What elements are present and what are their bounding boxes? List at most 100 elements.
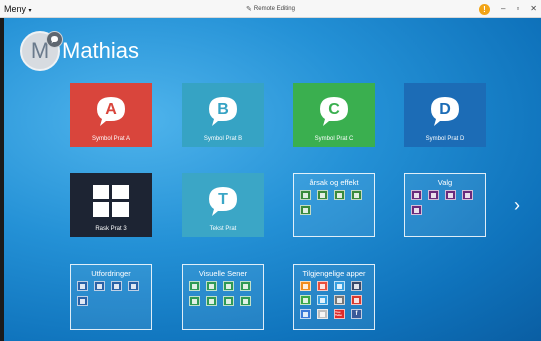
folder-item-symbol <box>131 283 136 289</box>
svg-text:B: B <box>217 101 229 118</box>
folder-item-thumbnail <box>300 190 311 200</box>
folder-item-symbol <box>97 283 102 289</box>
folder-item-symbol <box>448 192 453 198</box>
info-icon[interactable]: ! <box>479 3 490 15</box>
tile-label: Symbol Prat B <box>203 136 243 142</box>
minimize-button[interactable]: – <box>501 5 505 13</box>
folder-item-symbol <box>354 283 359 289</box>
folder-item-symbol <box>303 207 308 213</box>
folder-icon-grid <box>189 281 259 306</box>
folder-icon-grid <box>300 190 370 215</box>
folder-item-glyph: You Tube <box>335 310 342 317</box>
speech-bubble-d-icon: D <box>431 97 459 126</box>
folder-item-symbol <box>354 192 359 198</box>
folder-valg[interactable]: Valg <box>404 173 486 237</box>
tile-symbol-prat-a[interactable]: A Symbol Prat A <box>70 83 152 147</box>
folder-title: Valg <box>437 178 453 187</box>
folder-item-symbol <box>414 207 419 213</box>
folder-item-symbol <box>414 192 419 198</box>
folder-item-symbol <box>320 297 325 303</box>
folder-tilgjengelige-apper[interactable]: Tilgjengelige apper You Tube f <box>293 264 375 330</box>
edit-profile-icon[interactable] <box>46 31 63 48</box>
window-controls: ! – ▫ ✕ <box>479 0 537 18</box>
menu-label: Meny <box>4 3 27 14</box>
close-button[interactable]: ✕ <box>530 5 537 13</box>
folder-item-thumbnail <box>223 281 234 291</box>
folder-item-thumbnail <box>411 205 422 215</box>
folder-title: Visuelle Sener <box>198 269 248 278</box>
next-page-arrow[interactable]: › <box>514 196 520 214</box>
folder-title: årsak og effekt <box>309 178 359 187</box>
folder-item-symbol <box>226 283 231 289</box>
speech-bubble-a-icon: A <box>97 97 125 126</box>
folder-item-thumbnail <box>334 295 345 305</box>
speech-bubble-icon <box>51 36 58 44</box>
tile-label: Symbol Prat D <box>425 136 465 142</box>
folder-item-symbol <box>114 283 119 289</box>
folder-item-symbol <box>80 283 85 289</box>
folder-item-symbol <box>80 298 85 304</box>
menu-button[interactable]: Meny ▾ <box>0 4 32 14</box>
tile-label: Rask Prat 3 <box>95 226 127 232</box>
folder-item-thumbnail <box>240 296 251 306</box>
folder-item-thumbnail <box>445 190 456 200</box>
tile-symbol-prat-b[interactable]: B Symbol Prat B <box>182 83 264 147</box>
folder-utfordringer[interactable]: Utfordringer <box>70 264 152 330</box>
folder-item-thumbnail: f <box>351 309 362 319</box>
folder-item-thumbnail <box>334 281 345 291</box>
folder-item-symbol <box>209 283 214 289</box>
folder-item-thumbnail <box>351 281 362 291</box>
windows-grid-icon <box>93 185 129 217</box>
folder-item-symbol <box>243 298 248 304</box>
svg-text:T: T <box>218 191 228 208</box>
folder-item-thumbnail <box>77 281 88 291</box>
folder-item-thumbnail <box>300 281 311 291</box>
folder-item-thumbnail <box>317 281 328 291</box>
folder-icon-grid <box>77 281 147 306</box>
folder-item-symbol <box>337 283 342 289</box>
folder-item-thumbnail <box>240 281 251 291</box>
restore-button[interactable]: ▫ <box>516 5 519 13</box>
tile-rask-prat-3[interactable]: Rask Prat 3 <box>70 173 152 237</box>
folder-item-thumbnail <box>189 296 200 306</box>
tile-symbol-prat-d[interactable]: D Symbol Prat D <box>404 83 486 147</box>
folder-item-symbol <box>243 283 248 289</box>
folder-item-thumbnail <box>111 281 122 291</box>
folder-item-thumbnail <box>411 190 422 200</box>
folder-arsak-og-effekt[interactable]: årsak og effekt <box>293 173 375 237</box>
folder-item-symbol <box>337 192 342 198</box>
folder-item-thumbnail <box>223 296 234 306</box>
folder-item-symbol <box>226 298 231 304</box>
folder-item-thumbnail <box>206 296 217 306</box>
speech-bubble-b-icon: B <box>209 97 237 126</box>
tile-label: Symbol Prat C <box>314 136 354 142</box>
folder-item-thumbnail <box>462 190 473 200</box>
user-name: Mathias <box>62 38 140 63</box>
folder-item-symbol <box>354 297 359 303</box>
speech-bubble-c-icon: C <box>320 97 348 126</box>
folder-item-symbol <box>465 192 470 198</box>
tile-tekst-prat[interactable]: T Tekst Prat <box>182 173 264 237</box>
folder-item-glyph: f <box>355 311 358 317</box>
folder-item-thumbnail <box>334 190 345 200</box>
folder-item-symbol <box>337 297 342 303</box>
speech-bubble-t-icon: T <box>209 187 237 216</box>
folder-icon-grid: You Tube f <box>300 281 370 319</box>
window-title-text: Remote Editing <box>253 6 295 12</box>
folder-item-thumbnail <box>77 296 88 306</box>
folder-item-symbol <box>320 283 325 289</box>
folder-item-symbol <box>192 298 197 304</box>
tile-symbol-prat-c[interactable]: C Symbol Prat C <box>293 83 375 147</box>
folder-item-symbol <box>431 192 436 198</box>
svg-text:A: A <box>105 101 117 118</box>
folder-item-symbol <box>320 311 325 317</box>
folder-item-symbol <box>192 283 197 289</box>
folder-item-thumbnail <box>94 281 105 291</box>
folder-item-symbol <box>320 192 325 198</box>
folder-item-thumbnail <box>128 281 139 291</box>
window-left-edge <box>0 18 4 341</box>
folder-item-thumbnail: You Tube <box>334 309 345 319</box>
folder-visuelle-sener[interactable]: Visuelle Sener <box>182 264 264 330</box>
folder-item-thumbnail <box>300 205 311 215</box>
folder-item-symbol <box>209 298 214 304</box>
